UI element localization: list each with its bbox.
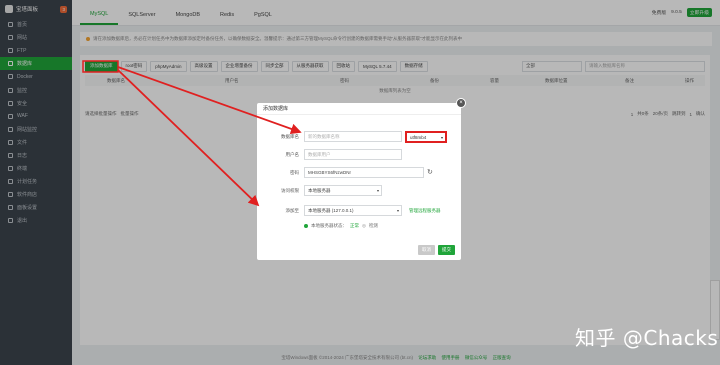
manage-remote-link[interactable]: 管理远程服务器	[409, 208, 441, 214]
submit-button[interactable]: 提交	[438, 245, 455, 255]
user-row: 用户名 数据库用户	[257, 149, 461, 160]
chevron-down-icon: ▾	[396, 208, 399, 213]
access-row: 访问权限 本地服务器 ▾	[257, 185, 461, 196]
server-select[interactable]: 本地服务器 (127.0.0.1) ▾	[304, 205, 402, 216]
password-label: 密码	[290, 170, 299, 175]
refresh-icon[interactable]: ↻	[427, 168, 433, 176]
close-icon[interactable]: ×	[456, 98, 466, 108]
dbname-row: 数据库名 新的数据库名称 utf8mb4 ▾	[257, 131, 461, 143]
status-ok: 正常	[350, 223, 359, 228]
check-icon	[304, 224, 308, 228]
status-text: 本地服务器状态：	[311, 223, 347, 228]
charset-select[interactable]: utf8mb4 ▾	[405, 131, 447, 143]
dbname-label: 数据库名	[281, 134, 299, 139]
access-select[interactable]: 本地服务器 ▾	[304, 185, 382, 196]
dbname-input[interactable]: 新的数据库名称	[304, 131, 402, 142]
user-label: 用户名	[285, 152, 300, 157]
password-row: 密码 MHSGBYS6fNzwDNr ↻	[257, 167, 461, 178]
watermark: 知乎 @Chacks	[575, 326, 719, 350]
dialog-title: 添加数据库	[257, 103, 461, 115]
chevron-down-icon: ▾	[440, 134, 443, 140]
server-status: 本地服务器状态： 正常 ◎ 检测	[304, 223, 378, 229]
server-value: 本地服务器 (127.0.0.1)	[308, 207, 354, 213]
access-value: 本地服务器	[308, 187, 331, 193]
password-input[interactable]: MHSGBYS6fNzwDNr	[304, 167, 424, 178]
add-database-dialog: 添加数据库 × 数据库名 新的数据库名称 utf8mb4 ▾ 用户名 数据库用户…	[257, 98, 466, 260]
detect-icon[interactable]: ◎	[362, 223, 366, 229]
addto-row: 添加至 本地服务器 (127.0.0.1) ▾ 管理远程服务器	[257, 205, 461, 216]
user-input[interactable]: 数据库用户	[304, 149, 402, 160]
cancel-button[interactable]: 取消	[418, 245, 435, 255]
charset-value: utf8mb4	[410, 134, 427, 140]
chevron-down-icon: ▾	[376, 188, 379, 193]
access-label: 访问权限	[281, 188, 299, 193]
addto-label: 添加至	[285, 208, 300, 213]
detect-link[interactable]: 检测	[369, 223, 378, 229]
